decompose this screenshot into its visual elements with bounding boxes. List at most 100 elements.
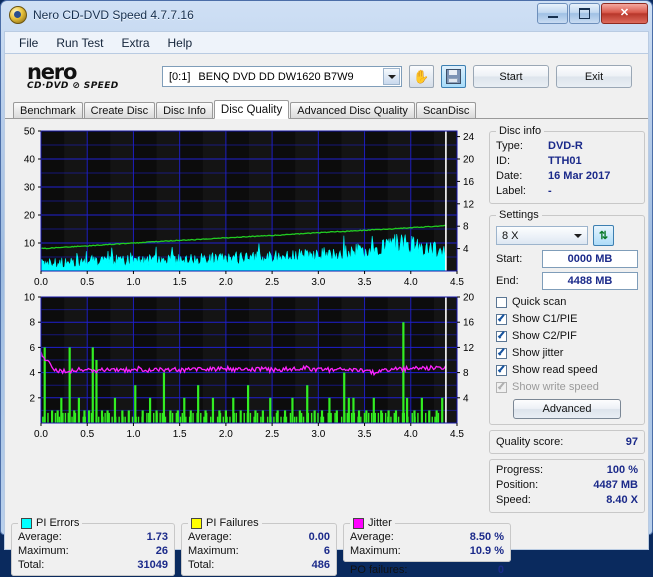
pi-errors-stats: PI Errors Average: 1.73 Maximum: 26 Tota… (11, 517, 175, 576)
toolbar: nero CD·DVD ⊘ SPEED [0:1] BENQ DVD DD DW… (5, 54, 648, 99)
disc-id-value: TTH01 (548, 155, 582, 167)
disc-label-row: Label: - (496, 184, 638, 199)
minimize-button[interactable] (537, 3, 568, 24)
pi-failures-average-value: 0.00 (308, 531, 330, 543)
charts-area: 10 20 30 40 50 4 8 12 16 20 24 0.0 0.5 1.0 1.5 2.0 2.5 3.… (11, 125, 483, 513)
exit-button[interactable]: Exit (556, 65, 632, 88)
eject-button[interactable]: ✋ (409, 65, 434, 88)
svg-text:3.5: 3.5 (358, 277, 372, 288)
speed-status-row: Speed: 8.40 X (496, 493, 638, 508)
drive-name: BENQ DVD DD DW1620 B7W9 (198, 70, 354, 83)
jitter-stats-wrap: Jitter Average: 8.50 % Maximum: 10.9 % P… (343, 517, 511, 577)
main-content: 10 20 30 40 50 4 8 12 16 20 24 0.0 0.5 1.0 1.5 2.0 2.5 3.… (5, 119, 648, 513)
app-icon (9, 6, 27, 24)
svg-text:1.5: 1.5 (173, 277, 187, 288)
tab-benchmark[interactable]: Benchmark (13, 102, 83, 118)
checkbox-show-c1-pie-label: Show C1/PIE (512, 313, 578, 325)
jitter-average-label: Average: (350, 531, 394, 543)
refresh-button[interactable]: ⇅ (593, 225, 614, 246)
svg-text:20: 20 (463, 155, 475, 166)
pi-failures-maximum-value: 6 (323, 545, 330, 557)
save-floppy-icon (446, 69, 461, 84)
pi-failures-average-row: Average: 0.00 (188, 530, 330, 544)
tab-create-disc[interactable]: Create Disc (83, 102, 156, 118)
pi-errors-chart: 10 20 30 40 50 4 8 12 16 20 24 0.0 0.5 1.0 1.5 2.0 2.5 3.… (11, 125, 483, 291)
disc-type-value: DVD-R (548, 140, 583, 152)
pi-failures-maximum-label: Maximum: (188, 545, 239, 557)
svg-text:1.0: 1.0 (126, 429, 140, 440)
jitter-stats: Jitter Average: 8.50 % Maximum: 10.9 % (343, 517, 511, 562)
svg-text:2.5: 2.5 (265, 277, 279, 288)
svg-text:10: 10 (24, 293, 36, 304)
checkbox-icon (496, 296, 507, 308)
save-button[interactable] (441, 65, 466, 88)
checkbox-show-write-speed: Show write speed (496, 379, 638, 395)
start-button[interactable]: Start (473, 65, 549, 88)
pi-errors-maximum-value: 26 (155, 545, 168, 557)
disc-date-value: 16 Mar 2017 (548, 170, 611, 182)
tab-advanced-disc-quality[interactable]: Advanced Disc Quality (290, 102, 415, 118)
end-label: End: (496, 275, 519, 287)
svg-text:0.5: 0.5 (80, 429, 94, 440)
end-input[interactable]: 4488 MB (542, 272, 638, 290)
chevron-down-icon[interactable] (383, 68, 400, 85)
checkbox-quick-scan[interactable]: Quick scan (496, 294, 638, 310)
menu-item-file[interactable]: File (11, 34, 46, 52)
close-button[interactable]: ✕ (601, 3, 648, 24)
tab-bar: Benchmark Create Disc Disc Info Disc Qua… (5, 99, 648, 119)
pi-errors-legend-label: PI Errors (36, 517, 80, 529)
svg-text:16: 16 (463, 318, 475, 329)
chevron-down-icon[interactable] (570, 228, 586, 243)
pi-errors-average-label: Average: (18, 531, 62, 543)
pi-failures-stats: PI Failures Average: 0.00 Maximum: 6 Tot… (181, 517, 337, 576)
svg-text:8: 8 (29, 318, 35, 329)
svg-text:0.5: 0.5 (80, 277, 94, 288)
checkbox-show-jitter-label: Show jitter (512, 347, 564, 359)
checkbox-show-c2-pif[interactable]: Show C2/PIF (496, 328, 638, 344)
logo-nero-text: nero (27, 59, 77, 84)
svg-text:4: 4 (29, 368, 35, 379)
menu-item-help[interactable]: Help (160, 34, 201, 52)
disc-type-row: Type: DVD-R (496, 139, 638, 154)
maximize-button[interactable] (569, 3, 600, 24)
tab-scandisc[interactable]: ScanDisc (415, 102, 477, 118)
advanced-button[interactable]: Advanced (513, 399, 621, 419)
speed-select[interactable]: 8 X (496, 226, 588, 245)
checkbox-icon (496, 347, 507, 359)
menu-bar: File Run Test Extra Help (4, 31, 649, 53)
checkbox-show-c1-pie[interactable]: Show C1/PIE (496, 311, 638, 327)
menu-item-extra[interactable]: Extra (113, 34, 157, 52)
start-input[interactable]: 0000 MB (542, 250, 638, 268)
tab-disc-quality[interactable]: Disc Quality (213, 100, 290, 119)
svg-text:40: 40 (24, 155, 36, 166)
pi-failures-legend-label: PI Failures (206, 517, 259, 529)
drive-select[interactable]: [0:1] BENQ DVD DD DW1620 B7W9 (162, 66, 402, 87)
svg-text:10: 10 (24, 239, 36, 250)
stats-bar: PI Errors Average: 1.73 Maximum: 26 Tota… (5, 513, 648, 577)
checkbox-show-c2-pif-label: Show C2/PIF (512, 330, 577, 342)
checkbox-show-jitter[interactable]: Show jitter (496, 345, 638, 361)
pi-errors-average-value: 1.73 (146, 531, 168, 543)
svg-text:30: 30 (24, 183, 36, 194)
po-failures-label: PO failures: (350, 564, 408, 576)
disc-label-label: Label: (496, 185, 526, 197)
svg-text:1.5: 1.5 (173, 429, 187, 440)
disc-type-label: Type: (496, 140, 523, 152)
svg-text:2.5: 2.5 (265, 429, 279, 440)
position-row: Position: 4487 MB (496, 478, 638, 493)
checkbox-show-read-speed-label: Show read speed (512, 364, 598, 376)
tab-disc-info[interactable]: Disc Info (156, 102, 213, 118)
svg-text:3.0: 3.0 (311, 429, 325, 440)
svg-text:2.0: 2.0 (219, 277, 233, 288)
checkbox-icon (496, 313, 507, 325)
speed-label: Speed: (496, 494, 531, 506)
pi-errors-total-label: Total: (18, 559, 45, 571)
pi-errors-total-row: Total: 31049 (18, 558, 168, 572)
app-window: Nero CD-DVD Speed 4.7.7.16 ✕ File Run Te… (0, 0, 653, 576)
checkbox-show-read-speed[interactable]: Show read speed (496, 362, 638, 378)
disc-date-row: Date: 16 Mar 2017 (496, 169, 638, 184)
svg-text:20: 20 (24, 211, 36, 222)
svg-text:4: 4 (463, 393, 469, 404)
menu-item-run-test[interactable]: Run Test (48, 34, 111, 52)
drive-index: [0:1] (169, 70, 191, 83)
